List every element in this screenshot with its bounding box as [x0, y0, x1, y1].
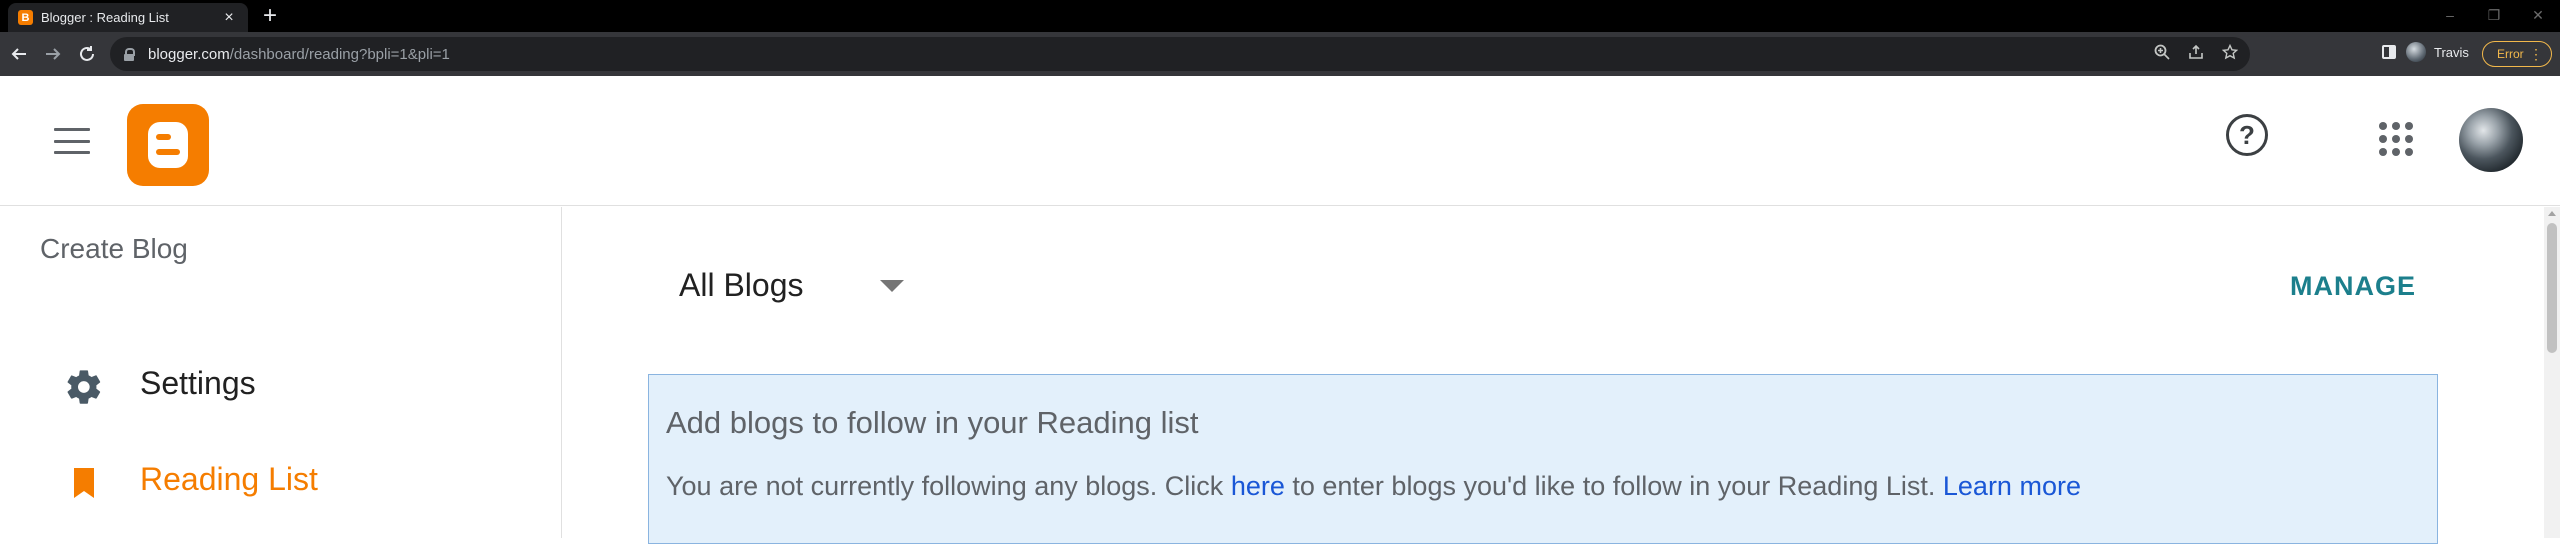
window-controls: – ❐ ✕: [2428, 0, 2560, 30]
address-bar[interactable]: blogger.com/dashboard/reading?bpli=1&pli…: [110, 37, 2250, 71]
learn-more-link[interactable]: Learn more: [1943, 471, 2081, 501]
info-title: Add blogs to follow in your Reading list: [666, 405, 1199, 440]
back-icon[interactable]: [4, 39, 34, 69]
scroll-thumb[interactable]: [2547, 223, 2557, 353]
error-button[interactable]: Error ⋮: [2482, 41, 2552, 67]
here-link[interactable]: here: [1231, 471, 1285, 501]
restore-button[interactable]: ❐: [2472, 7, 2516, 24]
apps-grid-icon[interactable]: [2379, 122, 2413, 156]
url-host: blogger.com: [148, 45, 230, 63]
scroll-up-arrow-icon[interactable]: [2548, 211, 2556, 216]
browser-tab[interactable]: B Blogger : Reading List ×: [8, 3, 248, 32]
tab-title: Blogger : Reading List: [41, 10, 169, 25]
reload-icon[interactable]: [72, 39, 102, 69]
sidebar-item-reading-list[interactable]: Reading List: [0, 449, 562, 509]
error-label: Error: [2497, 47, 2524, 61]
user-avatar[interactable]: [2459, 108, 2523, 172]
browser-tabstrip: B Blogger : Reading List × + – ❐ ✕: [0, 0, 2560, 32]
help-icon[interactable]: ?: [2226, 114, 2268, 156]
blogger-favicon-icon: B: [18, 10, 33, 25]
blog-select[interactable]: All Blogs: [679, 267, 904, 304]
profile-name: Travis: [2434, 44, 2469, 60]
create-blog-button[interactable]: Create Blog: [40, 233, 188, 265]
tab-close-icon[interactable]: ×: [220, 9, 238, 27]
gear-icon: [64, 367, 104, 407]
blogger-logo[interactable]: [127, 104, 209, 186]
info-banner: Add blogs to follow in your Reading list…: [648, 374, 2438, 544]
browser-toolbar: blogger.com/dashboard/reading?bpli=1&pli…: [0, 32, 2560, 76]
close-window-button[interactable]: ✕: [2516, 7, 2560, 24]
side-panel-icon[interactable]: [2382, 45, 2396, 59]
scrollbar[interactable]: [2544, 207, 2560, 538]
dropdown-arrow-icon[interactable]: [879, 279, 904, 292]
sidebar-item-settings[interactable]: Settings: [0, 353, 562, 413]
zoom-icon[interactable]: [2154, 44, 2170, 65]
bookmark-icon: [64, 463, 104, 503]
omnibox-actions: [2154, 37, 2239, 71]
profile-avatar: [2406, 42, 2426, 62]
info-text: You are not currently following any blog…: [666, 471, 2081, 502]
sidebar-item-label: Reading List: [140, 460, 318, 497]
app-header: ?: [0, 76, 2560, 206]
profile-chip[interactable]: Travis: [2406, 38, 2469, 66]
lock-icon[interactable]: [124, 48, 135, 61]
manage-button[interactable]: MANAGE: [2290, 271, 2416, 302]
sidebar: Create Blog Settings Reading List: [0, 207, 562, 538]
star-icon[interactable]: [2221, 43, 2239, 65]
info-text-before: You are not currently following any blog…: [666, 471, 1231, 501]
info-text-after: to enter blogs you'd like to follow in y…: [1284, 471, 1943, 501]
hamburger-menu-icon[interactable]: [54, 128, 90, 154]
forward-icon[interactable]: [38, 39, 68, 69]
main-content: All Blogs MANAGE Add blogs to follow in …: [563, 207, 2540, 544]
blog-select-value: All Blogs: [679, 267, 804, 303]
minimize-button[interactable]: –: [2428, 7, 2472, 23]
sidebar-item-label: Settings: [140, 364, 256, 401]
url-path: /dashboard/reading?bpli=1&pli=1: [229, 45, 450, 63]
share-icon[interactable]: [2188, 44, 2204, 65]
new-tab-button[interactable]: +: [258, 2, 282, 30]
kebab-menu-icon[interactable]: ⋮: [2529, 46, 2543, 63]
